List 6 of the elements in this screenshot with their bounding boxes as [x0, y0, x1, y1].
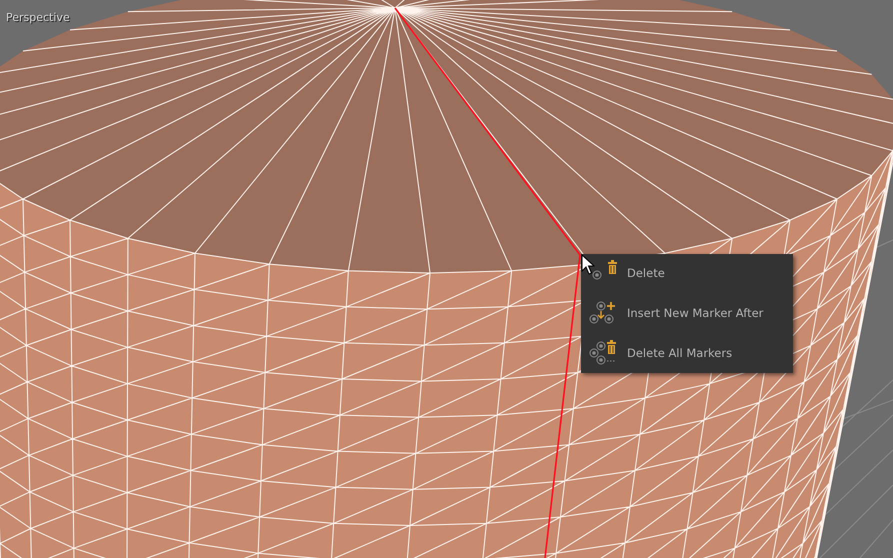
- delete-all-markers-icon: [589, 338, 617, 366]
- insert-marker-icon: [589, 298, 617, 326]
- pointer-cursor-icon: [581, 254, 595, 276]
- viewport-label: Perspective: [6, 11, 70, 24]
- menu-item[interactable]: Delete All Markers: [581, 338, 793, 367]
- menu-item[interactable]: Insert New Marker After: [581, 298, 793, 327]
